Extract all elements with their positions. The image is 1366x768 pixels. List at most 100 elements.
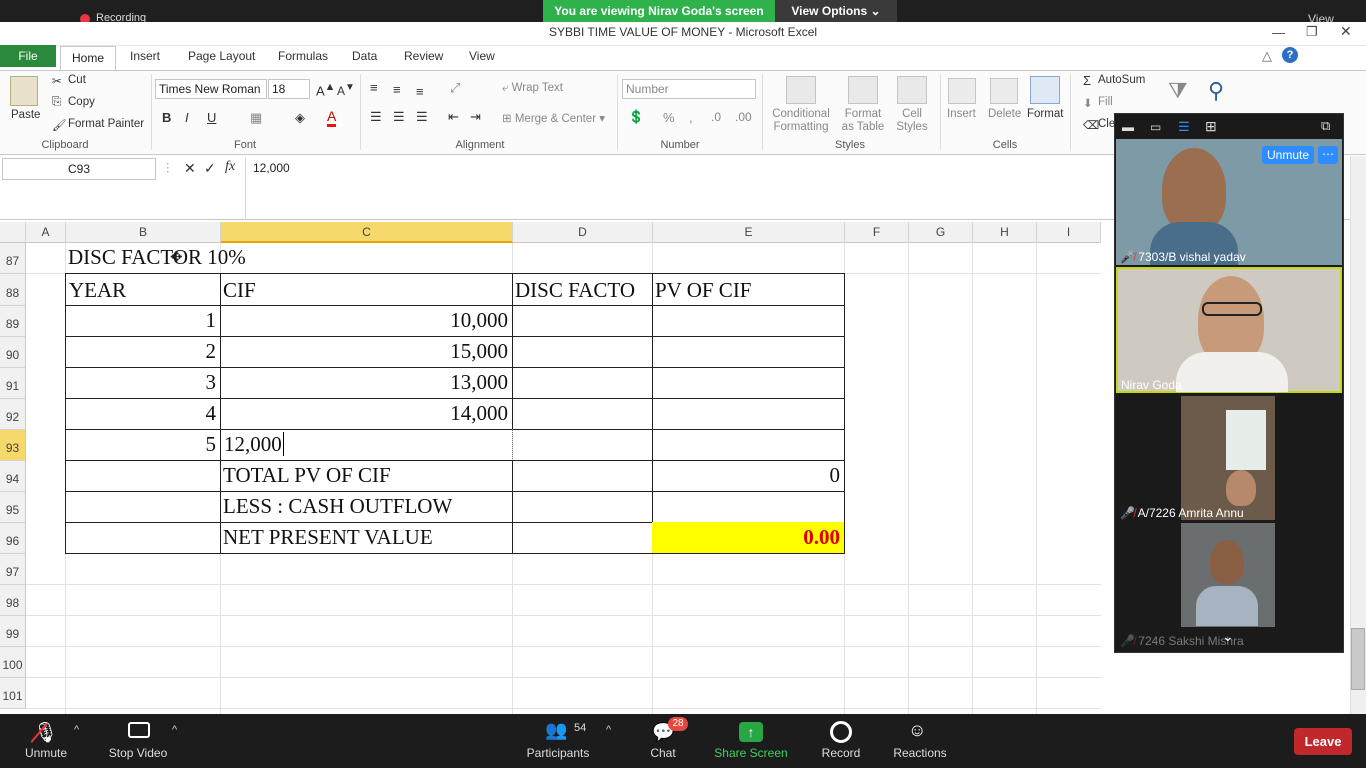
- column-header-f[interactable]: F: [845, 222, 909, 243]
- help-icon[interactable]: ?: [1282, 47, 1298, 63]
- cell-styles-button[interactable]: Cell Styles: [891, 108, 933, 134]
- video-camera-icon[interactable]: [128, 722, 150, 738]
- active-cif-cell[interactable]: 12,000: [220, 429, 513, 461]
- fill-color-icon[interactable]: ◈: [295, 110, 305, 126]
- insert-function-icon[interactable]: fx: [225, 159, 235, 175]
- row-header-90[interactable]: 90: [0, 337, 26, 368]
- clear-icon[interactable]: ⌫: [1083, 118, 1099, 132]
- chevron-up-icon[interactable]: ^: [606, 724, 611, 736]
- cut-button[interactable]: Cut: [68, 74, 86, 86]
- row-header-88[interactable]: 88: [0, 274, 26, 306]
- scroll-down-icon[interactable]: ⌄: [1222, 628, 1234, 645]
- total-pv-value[interactable]: 0: [652, 460, 845, 492]
- comma-icon[interactable]: ,: [689, 110, 693, 125]
- pv-cell[interactable]: [652, 398, 845, 430]
- paste-icon[interactable]: [10, 76, 38, 106]
- currency-icon[interactable]: 💲: [628, 109, 644, 125]
- align-right-icon[interactable]: ☰: [416, 109, 428, 125]
- align-center-icon[interactable]: ☰: [393, 109, 405, 125]
- participants-icon[interactable]: 👥: [545, 720, 567, 741]
- row-header-99[interactable]: 99: [0, 616, 26, 647]
- insert-cells-icon[interactable]: [948, 78, 976, 104]
- reactions-icon[interactable]: ☺: [908, 720, 926, 741]
- cut-icon[interactable]: ✂: [52, 74, 62, 88]
- cell-styles-icon[interactable]: [897, 76, 927, 104]
- restore-window-icon[interactable]: ❐: [1306, 24, 1318, 40]
- number-format-select[interactable]: Number: [622, 79, 756, 99]
- view-options-button[interactable]: View Options ⌄: [775, 0, 897, 22]
- merge-center-button[interactable]: ⊞ Merge & Center ▾: [502, 111, 605, 125]
- empty-cell[interactable]: [65, 522, 221, 554]
- column-header-c[interactable]: C: [221, 222, 513, 243]
- pv-cell[interactable]: [652, 367, 845, 399]
- pv-cell[interactable]: [652, 336, 845, 368]
- chevron-up-icon[interactable]: ^: [74, 724, 79, 736]
- unmute-chip[interactable]: Unmute: [1262, 146, 1314, 164]
- name-box[interactable]: C93: [2, 158, 156, 180]
- increase-decimal-icon[interactable]: .0: [711, 110, 721, 124]
- tab-review[interactable]: Review: [404, 49, 443, 63]
- disc-factor-cell[interactable]: [512, 336, 653, 368]
- minimize-window-icon[interactable]: —: [1272, 25, 1285, 40]
- stop-video-button[interactable]: Stop Video: [100, 746, 176, 760]
- tab-file[interactable]: File: [0, 45, 56, 67]
- disc-factor-cell[interactable]: [512, 305, 653, 337]
- row-header-96[interactable]: 96: [0, 523, 26, 554]
- empty-cell[interactable]: [512, 491, 653, 523]
- increase-indent-icon[interactable]: ⇥: [470, 109, 481, 125]
- font-color-icon[interactable]: A: [327, 108, 337, 127]
- row-header-94[interactable]: 94: [0, 461, 26, 492]
- row-header-98[interactable]: 98: [0, 585, 26, 616]
- decrease-indent-icon[interactable]: ⇤: [448, 109, 459, 125]
- font-name-select[interactable]: Times New Roman: [155, 79, 267, 99]
- npv-label[interactable]: NET PRESENT VALUE: [220, 522, 513, 554]
- italic-icon[interactable]: I: [185, 110, 189, 125]
- participants-button[interactable]: Participants: [520, 746, 596, 760]
- cif-cell[interactable]: 15,000: [220, 336, 513, 368]
- row-header-97[interactable]: 97: [0, 554, 26, 585]
- row-header-87[interactable]: 87: [0, 243, 26, 274]
- underline-icon[interactable]: U: [207, 110, 216, 125]
- row-header-101[interactable]: 101: [0, 678, 26, 709]
- column-header-b[interactable]: B: [66, 222, 221, 243]
- grow-font-icon[interactable]: A▲: [316, 81, 335, 98]
- tab-data[interactable]: Data: [352, 49, 377, 63]
- align-top-icon[interactable]: ≡: [370, 80, 378, 95]
- paste-button[interactable]: Paste: [11, 109, 40, 121]
- column-header-e[interactable]: E: [653, 222, 845, 243]
- more-options-icon[interactable]: ⋯: [1318, 146, 1338, 164]
- orientation-icon[interactable]: ⤢: [450, 80, 460, 96]
- cancel-entry-icon[interactable]: ✕: [184, 160, 196, 177]
- align-middle-icon[interactable]: ≡: [393, 82, 401, 97]
- conditional-formatting-icon[interactable]: [786, 76, 816, 104]
- cash-outflow-label[interactable]: LESS : CASH OUTFLOW: [220, 491, 513, 523]
- row-header-95[interactable]: 95: [0, 492, 26, 523]
- scrollbar-thumb[interactable]: [1351, 628, 1365, 690]
- year-cell[interactable]: 3: [65, 367, 221, 399]
- fill-button[interactable]: Fill: [1098, 96, 1113, 108]
- select-all-corner[interactable]: [0, 222, 26, 243]
- empty-cell[interactable]: [512, 460, 653, 492]
- tab-home[interactable]: Home: [60, 46, 116, 70]
- format-as-table-button[interactable]: Format as Table: [836, 108, 890, 134]
- share-screen-icon[interactable]: ↑: [739, 722, 763, 742]
- conditional-formatting-button[interactable]: Conditional Formatting: [770, 108, 832, 134]
- insert-cells-button[interactable]: Insert: [947, 108, 976, 120]
- year-cell[interactable]: 4: [65, 398, 221, 430]
- fill-icon[interactable]: ⬇: [1083, 96, 1093, 110]
- tab-view[interactable]: View: [469, 49, 495, 63]
- pv-cell[interactable]: [652, 429, 845, 461]
- npv-value[interactable]: 0.00: [652, 522, 845, 554]
- year-cell[interactable]: 5: [65, 429, 221, 461]
- cif-cell[interactable]: 10,000: [220, 305, 513, 337]
- cif-cell[interactable]: 13,000: [220, 367, 513, 399]
- sort-filter-icon[interactable]: ⧩: [1168, 78, 1188, 104]
- record-button[interactable]: Record: [814, 746, 868, 760]
- close-window-icon[interactable]: ✕: [1340, 23, 1352, 40]
- autosum-icon[interactable]: Σ: [1083, 73, 1091, 88]
- decrease-decimal-icon[interactable]: .00: [735, 110, 752, 124]
- row-header-91[interactable]: 91: [0, 368, 26, 399]
- align-bottom-icon[interactable]: ≡: [416, 84, 424, 99]
- formula-input[interactable]: 12,000: [253, 161, 290, 175]
- bold-icon[interactable]: B: [162, 110, 171, 125]
